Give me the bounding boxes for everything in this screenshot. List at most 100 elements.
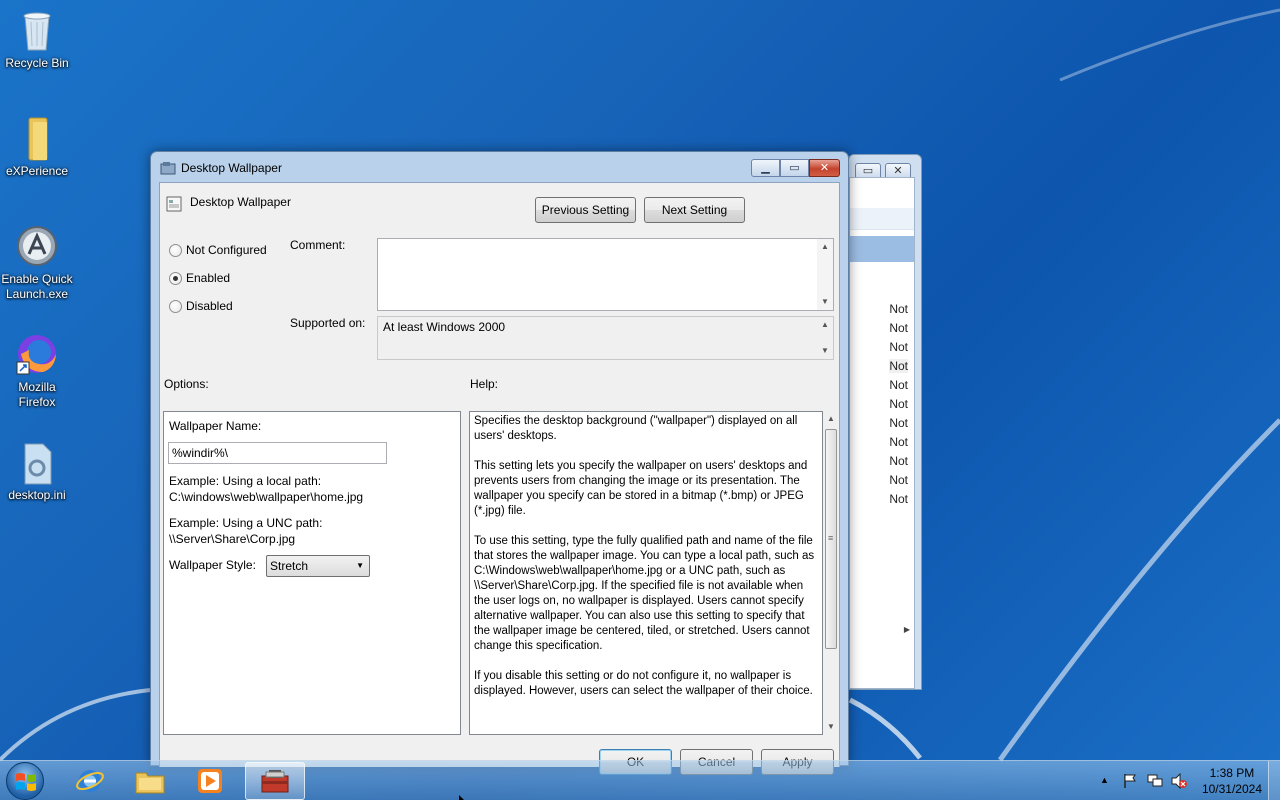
- desktop-icon-label: Recycle Bin: [5, 56, 69, 70]
- comment-scrollbar[interactable]: ▲ ▼: [817, 239, 833, 310]
- caption-buttons: ▁ ▭ ✕: [751, 159, 840, 178]
- list-item[interactable]: Not: [889, 321, 908, 335]
- example-unc-label: Example: Using a UNC path:: [169, 516, 323, 530]
- chevron-down-icon: ▼: [356, 561, 364, 570]
- volume-muted-icon[interactable]: [1170, 773, 1188, 789]
- clock-date: 10/31/2024: [1201, 782, 1262, 796]
- maximize-button[interactable]: ▭: [780, 159, 809, 177]
- list-item[interactable]: Not: [889, 416, 908, 430]
- comment-field[interactable]: ▲ ▼: [377, 238, 834, 311]
- list-item[interactable]: Not: [889, 435, 908, 449]
- window-title: Desktop Wallpaper: [181, 161, 282, 175]
- scroll-thumb[interactable]: ≡: [825, 429, 837, 649]
- wallpaper-style-select[interactable]: Stretch ▼: [266, 555, 370, 577]
- taskbar-media-player[interactable]: [180, 762, 240, 800]
- desktop-icon-label: Enable Quick Launch.exe: [1, 272, 73, 301]
- wallpaper-name-input[interactable]: [168, 442, 387, 464]
- wallpaper-style-label: Wallpaper Style:: [169, 558, 256, 572]
- supported-on-value: At least Windows 2000: [383, 320, 506, 334]
- list-item[interactable]: Not: [889, 359, 908, 373]
- radio-label: Not Configured: [186, 243, 267, 257]
- taskbar-group-policy-editor[interactable]: [245, 762, 305, 800]
- radio-label: Disabled: [186, 299, 233, 313]
- desktop-icon-experience[interactable]: eXPerience: [0, 116, 74, 179]
- scroll-down-arrow[interactable]: ▼: [817, 294, 833, 310]
- supported-scrollbar[interactable]: ▲ ▼: [817, 317, 833, 359]
- help-paragraph: To use this setting, type the fully qual…: [474, 535, 815, 652]
- radio-button[interactable]: [169, 300, 182, 313]
- mouse-cursor-icon: [459, 795, 464, 800]
- supported-on-label: Supported on:: [290, 316, 366, 330]
- policy-icon: [160, 162, 176, 175]
- wallpaper-name-label: Wallpaper Name:: [169, 419, 262, 433]
- start-button[interactable]: [6, 762, 44, 800]
- desktop-icon-firefox[interactable]: Mozilla Firefox: [0, 332, 74, 410]
- internet-explorer-icon: [76, 770, 104, 792]
- desktop-icon-label: Mozilla Firefox: [18, 380, 56, 409]
- selected-row: [850, 236, 914, 262]
- selected-value: Stretch: [270, 559, 309, 573]
- example-unc-path: \\Server\Share\Corp.jpg: [169, 532, 296, 546]
- example-local-label: Example: Using a local path:: [169, 474, 322, 488]
- list-item[interactable]: Not: [889, 454, 908, 468]
- desktop-icon-label: eXPerience: [5, 164, 69, 178]
- scroll-up-arrow[interactable]: ▲: [817, 317, 833, 333]
- media-player-icon: [198, 769, 222, 793]
- help-label: Help:: [470, 377, 499, 391]
- radio-button[interactable]: [169, 272, 182, 285]
- minimize-button[interactable]: ▁: [751, 159, 780, 177]
- help-panel: Specifies the desktop background ("wallp…: [469, 411, 823, 735]
- scroll-up-arrow[interactable]: ▲: [823, 411, 839, 427]
- show-desktop-button[interactable]: [1268, 761, 1280, 800]
- background-window[interactable]: ▭ ✕ Not Not Not Not Not Not Not Not Not …: [848, 154, 922, 690]
- radio-not-configured[interactable]: Not Configured: [169, 243, 279, 259]
- desktop-icon-enable-quick-launch[interactable]: Enable Quick Launch.exe: [0, 224, 74, 302]
- desktop-icon-desktop-ini[interactable]: desktop.ini: [0, 440, 74, 503]
- close-button[interactable]: ✕: [809, 159, 840, 177]
- policy-setting-dialog: Desktop Wallpaper ▁ ▭ ✕ Desktop Wallpape…: [150, 151, 849, 775]
- options-panel: Wallpaper Name: Example: Using a local p…: [163, 411, 461, 735]
- taskbar: ▲ 1:38 PM 10/31/2024: [0, 760, 1280, 800]
- list-item[interactable]: Not: [889, 492, 908, 506]
- radio-button[interactable]: [169, 244, 182, 257]
- folder-icon: [135, 772, 165, 794]
- scroll-down-arrow[interactable]: ▼: [817, 343, 833, 359]
- scroll-up-arrow[interactable]: ▲: [817, 239, 833, 255]
- desktop-icon-recycle-bin[interactable]: Recycle Bin: [0, 8, 74, 71]
- dialog-client: Desktop Wallpaper Previous Setting Next …: [159, 182, 840, 775]
- system-clock[interactable]: 1:38 PM 10/31/2024: [1202, 765, 1262, 797]
- toolbox-icon: [261, 770, 289, 793]
- list-item[interactable]: Not: [889, 340, 908, 354]
- radio-label: Enabled: [186, 271, 231, 285]
- clock-time: 1:38 PM: [1209, 766, 1255, 780]
- radio-disabled[interactable]: Disabled: [169, 299, 279, 315]
- action-center-flag-icon[interactable]: [1122, 773, 1138, 789]
- help-paragraph: Specifies the desktop background ("wallp…: [474, 415, 798, 442]
- windows-logo-icon: [16, 773, 36, 791]
- options-label: Options:: [164, 377, 209, 391]
- radio-enabled[interactable]: Enabled: [169, 271, 279, 287]
- title-bar[interactable]: Desktop Wallpaper ▁ ▭ ✕: [151, 152, 848, 182]
- scroll-down-arrow[interactable]: ▼: [823, 719, 839, 735]
- next-setting-button[interactable]: Next Setting: [644, 197, 745, 223]
- taskbar-internet-explorer[interactable]: [60, 762, 120, 800]
- setting-name: Desktop Wallpaper: [190, 195, 291, 209]
- list-item[interactable]: Not: [889, 473, 908, 487]
- example-local-path: C:\windows\web\wallpaper\home.jpg: [169, 490, 364, 504]
- comment-label: Comment:: [290, 238, 346, 252]
- list-item[interactable]: Not: [889, 397, 908, 411]
- settings-file-icon: [15, 440, 59, 485]
- recycle-bin-icon: [15, 8, 59, 52]
- scroll-right-arrow[interactable]: ▶: [904, 625, 910, 634]
- network-icon[interactable]: [1146, 773, 1164, 789]
- list-item[interactable]: Not: [889, 302, 908, 316]
- show-hidden-icons[interactable]: ▲: [1100, 775, 1109, 785]
- app-launcher-icon: [15, 224, 59, 268]
- desktop-icon-label: desktop.ini: [8, 488, 66, 502]
- help-scrollbar[interactable]: ▲ ≡ ▼: [823, 411, 839, 735]
- taskbar-file-explorer[interactable]: [120, 762, 180, 800]
- previous-setting-button[interactable]: Previous Setting: [535, 197, 636, 223]
- background-window-list: Not Not Not Not Not Not Not Not Not Not …: [849, 177, 915, 689]
- list-item[interactable]: Not: [889, 378, 908, 392]
- scroll-grip-icon: ≡: [828, 533, 834, 543]
